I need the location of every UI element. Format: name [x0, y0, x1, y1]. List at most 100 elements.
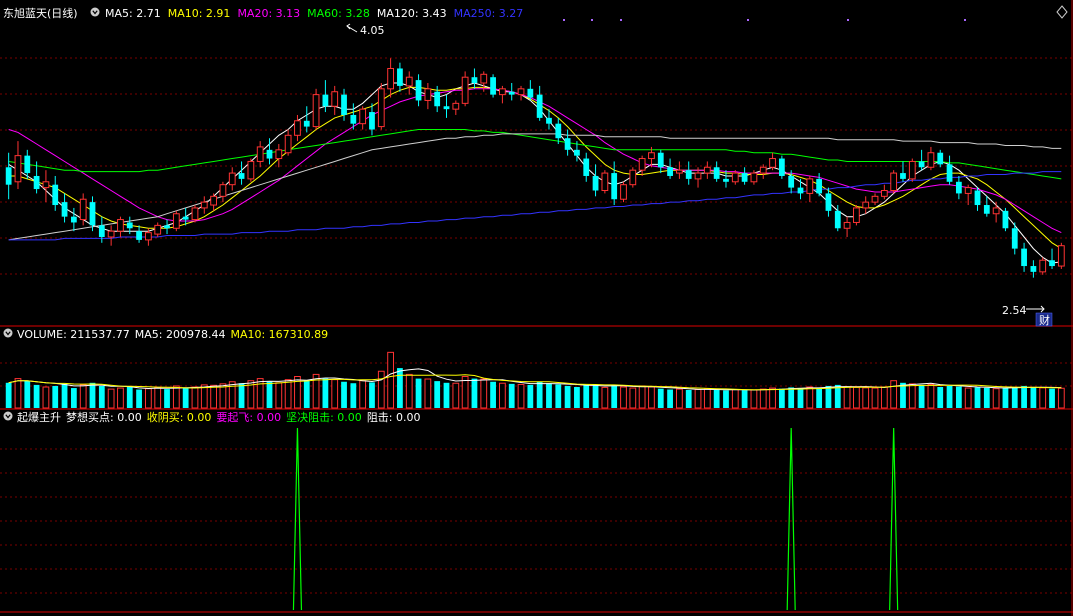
volume-bar	[759, 388, 767, 409]
candlestick	[713, 161, 720, 182]
volume-bar	[574, 387, 580, 408]
candle-body	[918, 161, 925, 168]
candlestick	[676, 161, 683, 179]
candlestick	[117, 216, 124, 237]
candle-body	[172, 213, 180, 229]
candle-body	[107, 230, 115, 238]
candlestick	[816, 173, 823, 197]
candlestick	[797, 178, 804, 200]
candlestick	[369, 103, 375, 136]
volume-bar	[89, 382, 96, 408]
candlestick	[164, 219, 170, 235]
candle-body	[89, 202, 96, 226]
candlestick	[638, 155, 646, 176]
candle-body	[908, 160, 916, 180]
candlestick	[778, 155, 785, 179]
candlestick	[983, 196, 990, 217]
candle-body	[405, 76, 413, 87]
candle-body	[136, 231, 142, 240]
candle-body	[759, 166, 767, 174]
candlestick	[42, 170, 50, 203]
candle-body	[61, 202, 68, 217]
candlestick	[238, 161, 245, 185]
volume-bar	[14, 378, 22, 409]
candle-body	[461, 76, 469, 104]
candle-body	[24, 155, 31, 174]
candlesticks	[5, 58, 1065, 278]
candlestick	[443, 94, 450, 118]
candle-body	[359, 108, 367, 125]
indicator-header: 起爆主升 梦想买点: 0.00 收阴买: 0.00 要起飞: 0.00 坚决阻击: 0.…	[3, 410, 421, 424]
candle-body	[964, 187, 972, 194]
collapse-icon-main[interactable]	[90, 7, 100, 17]
volume-bar	[405, 373, 413, 409]
candle-body	[546, 117, 552, 124]
top-marker-dots	[563, 19, 966, 21]
candle-body	[164, 225, 170, 229]
candle-body	[676, 169, 683, 174]
candlestick	[601, 170, 609, 194]
volume-bar	[397, 368, 403, 408]
volume-bar	[937, 387, 944, 408]
candle-body	[955, 181, 962, 194]
candle-body	[797, 187, 804, 194]
candlestick	[508, 83, 515, 101]
volume-bar	[266, 381, 273, 408]
legend-item: 梦想买点: 0.00	[66, 410, 142, 424]
candlestick	[937, 149, 944, 168]
candlestick	[312, 88, 320, 130]
volume-bar	[750, 389, 758, 409]
candle-body	[397, 68, 403, 86]
volume-bar	[284, 379, 292, 409]
candle-body	[434, 91, 441, 107]
volume-bar	[880, 386, 888, 409]
volume-bar	[136, 389, 142, 408]
candle-body	[667, 167, 673, 176]
candle-body	[927, 152, 935, 168]
candle-body	[788, 175, 795, 188]
volume-bar	[741, 390, 748, 408]
legend-item: MA5: 200978.44	[135, 328, 226, 341]
candle-body	[685, 170, 692, 179]
candle-body	[1030, 266, 1037, 272]
candlestick	[880, 184, 888, 200]
candlestick	[890, 170, 898, 194]
legend-item: 要起飞: 0.00	[216, 411, 281, 424]
candle-body	[471, 77, 478, 84]
volume-bar	[117, 387, 124, 409]
volume-bar	[415, 378, 422, 408]
volume-bar	[527, 384, 534, 408]
volume-bar	[797, 388, 804, 408]
volume-bar	[546, 383, 552, 408]
candle-body	[741, 173, 748, 182]
stock-chart: 东旭蓝天(日线) MA5: 2.71 MA10: 2.91 MA20: 3.13 MA…	[0, 0, 1073, 616]
candle-body	[452, 102, 460, 110]
volume-bar	[1057, 387, 1065, 409]
candle-body	[853, 207, 860, 223]
candlestick	[1057, 242, 1065, 269]
candle-body	[638, 158, 646, 171]
candle-body	[946, 164, 953, 182]
finance-tag[interactable]: 财	[1039, 313, 1050, 327]
volume-header: VOLUME: 211537.77 MA5: 200978.44 MA10: 167…	[3, 328, 328, 341]
volume-bar	[676, 388, 683, 409]
candlestick	[359, 106, 367, 130]
candle-body	[79, 198, 87, 221]
candlestick	[806, 175, 814, 203]
candlestick	[517, 85, 525, 101]
marker-dot	[620, 19, 622, 21]
corner-diamond-icon[interactable]	[1056, 5, 1068, 19]
candle-body	[648, 152, 655, 160]
candle-body	[862, 201, 870, 209]
collapse-icon-indicator[interactable]	[3, 411, 13, 421]
candle-body	[592, 175, 599, 191]
collapse-icon-volume[interactable]	[3, 328, 13, 338]
volume-bar	[536, 381, 543, 408]
candle-body	[294, 120, 301, 136]
candlestick	[620, 181, 627, 203]
candle-body	[42, 181, 50, 189]
candlestick	[5, 152, 12, 200]
volume-bar	[452, 382, 460, 409]
candle-body	[834, 210, 841, 229]
volume-bar	[685, 389, 692, 408]
